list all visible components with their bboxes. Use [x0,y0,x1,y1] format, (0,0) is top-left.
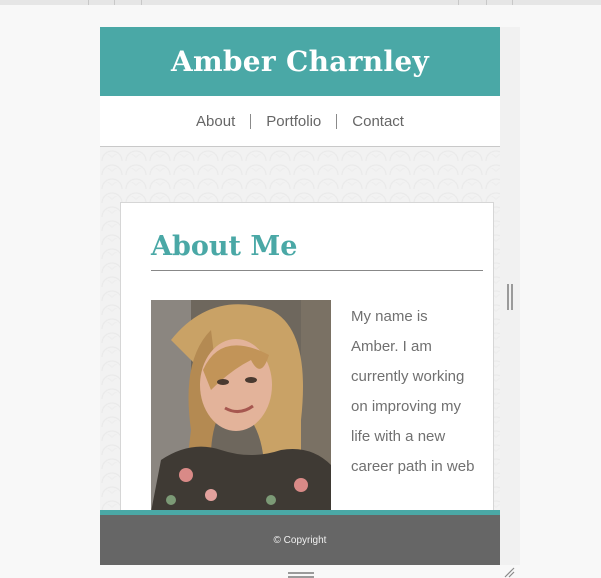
about-heading: About Me [151,231,298,262]
site-title: Amber Charnley [170,45,430,78]
responsive-viewport: Amber Charnley About Portfolio Contact A… [100,27,500,565]
vertical-drag-handle-icon[interactable] [507,284,513,310]
horizontal-drag-handle-icon[interactable] [288,572,314,578]
browser-top-strip [0,0,601,5]
heading-divider [151,270,483,271]
site-header: Amber Charnley [100,27,500,96]
about-card: About Me My name is Amber. I am currentl… [120,202,494,522]
resize-corner-icon[interactable] [503,566,515,578]
nav-link-contact[interactable]: Contact [352,113,404,130]
nav-link-portfolio[interactable]: Portfolio [266,113,321,130]
nav-separator [336,113,338,129]
nav-link-about[interactable]: About [196,113,235,130]
profile-photo [151,300,331,512]
bio-text: My name is Amber. I am currently working… [351,308,475,475]
copyright-text: © Copyright [273,534,327,546]
nav-separator [250,113,252,129]
main-nav: About Portfolio Contact [100,96,500,147]
site-footer: © Copyright [100,515,500,565]
